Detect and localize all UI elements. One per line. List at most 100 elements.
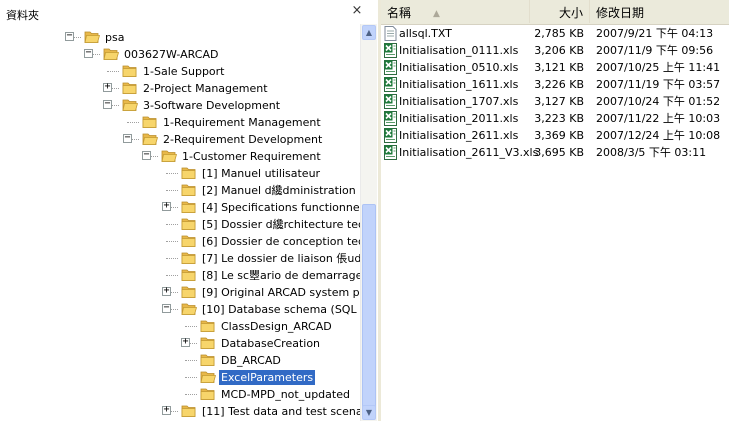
collapse-icon[interactable]: −	[103, 98, 112, 109]
file-modified: 2007/10/24 下午 01:52	[596, 95, 721, 108]
folder-icon	[181, 302, 198, 316]
folder-icon	[181, 285, 197, 299]
tree-item[interactable]: [1] Manuel utilisateur	[0, 165, 360, 182]
tree-item[interactable]: [2] Manuel d纔dministration	[0, 182, 360, 199]
tree-item[interactable]: 1-Requirement Management	[0, 114, 360, 131]
file-row[interactable]: allsql.TXT 2,785 KB 2007/9/21 下午 04:13	[381, 25, 729, 42]
file-name: Initialisation_0111.xls	[399, 44, 519, 57]
collapse-icon[interactable]: −	[142, 149, 151, 160]
file-name: allsql.TXT	[399, 27, 452, 40]
tree-connector	[166, 190, 178, 191]
close-icon[interactable]: ×	[350, 4, 364, 18]
tree-item[interactable]: ClassDesign_ARCAD	[0, 318, 360, 335]
tree-item[interactable]: − [10] Database schema (SQL script	[0, 301, 360, 318]
expander-glyph: −	[163, 302, 170, 313]
tree-item[interactable]: + [11] Test data and test scenario	[0, 403, 360, 420]
column-size-label: 大小	[558, 6, 583, 20]
tree-item[interactable]: − psa	[0, 29, 360, 46]
tree-item[interactable]: MCD-MPD_not_updated	[0, 386, 360, 403]
expander-glyph: +	[104, 81, 111, 92]
tree-item[interactable]: + DatabaseCreation	[0, 335, 360, 352]
tree-item-label: DB_ARCAD	[221, 354, 281, 367]
tree-item-label: MCD-MPD_not_updated	[221, 388, 350, 401]
expander-glyph: −	[143, 149, 150, 160]
file-row[interactable]: Initialisation_2611.xls 3,369 KB 2007/12/2…	[381, 127, 729, 144]
folder-icon	[161, 149, 178, 163]
folder-icon	[200, 370, 217, 384]
file-modified: 2007/11/9 下午 09:56	[596, 44, 714, 57]
file-size: 3,127 KB	[534, 95, 584, 108]
file-row[interactable]: Initialisation_1707.xls 3,127 KB 2007/10/2…	[381, 93, 729, 110]
tree-item[interactable]: [5] Dossier d纔rchitecture techniqu	[0, 216, 360, 233]
tree-item[interactable]: − 1-Customer Requirement	[0, 148, 360, 165]
expander-glyph: −	[85, 47, 92, 58]
tree-item-label: ExcelParameters	[217, 369, 317, 386]
tree-item-label: [5] Dossier d纔rchitecture techniqu	[202, 218, 360, 231]
file-row[interactable]: Initialisation_1611.xls 3,226 KB 2007/11/1…	[381, 76, 729, 93]
tree-connector	[185, 360, 197, 361]
file-row[interactable]: Initialisation_0111.xls 3,206 KB 2007/11/9…	[381, 42, 729, 59]
scrollbar-thumb[interactable]	[362, 204, 376, 416]
folder-icon	[200, 387, 216, 401]
collapse-icon[interactable]: −	[84, 47, 93, 58]
file-size: 3,223 KB	[534, 112, 584, 125]
expand-icon[interactable]: +	[103, 81, 112, 92]
file-modified: 2007/9/21 下午 04:13	[596, 27, 714, 40]
folder-tree: − psa − 003627W-ARCAD 1-Sale Support +2-Proje…	[0, 24, 360, 421]
tree-item[interactable]: +2-Project Management	[0, 80, 360, 97]
tree-item[interactable]: ExcelParameters	[0, 369, 360, 386]
collapse-icon[interactable]: −	[162, 302, 171, 313]
column-header-size[interactable]: 大小	[530, 0, 590, 23]
tree-connector	[185, 326, 197, 327]
tree-item[interactable]: + [4] Specifications functionnelles de	[0, 199, 360, 216]
expand-icon[interactable]: +	[162, 200, 171, 211]
file-row[interactable]: Initialisation_2611_V3.xls 3,695 KB 2008/3…	[381, 144, 729, 161]
tree-connector	[127, 122, 139, 123]
folder-icon	[181, 183, 197, 197]
expand-icon[interactable]: +	[162, 285, 171, 296]
expand-icon[interactable]: +	[162, 404, 171, 415]
expander-glyph: +	[163, 285, 170, 296]
tree-connector	[107, 71, 119, 72]
folder-icon	[200, 319, 216, 333]
tree-vertical-scrollbar[interactable]: ▲ ▼	[360, 24, 377, 421]
tree-item-label: 1-Customer Requirement	[182, 150, 321, 163]
file-row[interactable]: Initialisation_0510.xls 3,121 KB 2007/10/2…	[381, 59, 729, 76]
tree-item-label: 3-Software Development	[143, 99, 281, 112]
tree-item-label: [4] Specifications functionnelles de	[202, 201, 360, 214]
collapse-icon[interactable]: −	[123, 132, 132, 143]
tree-item[interactable]: 1-Sale Support	[0, 63, 360, 80]
tree-item[interactable]: − 3-Software Development	[0, 97, 360, 114]
tree-connector	[166, 275, 178, 276]
expander-glyph: −	[124, 132, 131, 143]
folder-icon	[122, 64, 138, 78]
folder-icon	[200, 353, 216, 367]
tree-item[interactable]: + [9] Original ARCAD system packag	[0, 284, 360, 301]
sort-ascending-icon: ▲	[433, 8, 440, 19]
folder-icon	[181, 200, 197, 214]
expand-icon[interactable]: +	[181, 336, 190, 347]
column-header-modified[interactable]: 修改日期	[590, 0, 729, 23]
expander-glyph: −	[66, 30, 73, 41]
collapse-icon[interactable]: −	[65, 30, 74, 41]
file-size: 3,369 KB	[534, 129, 584, 142]
column-header-name[interactable]: 名稱 ▲	[381, 0, 530, 23]
folder-pane-header: 資料夾 ×	[0, 0, 378, 24]
tree-item[interactable]: [6] Dossier de conception techniqu	[0, 233, 360, 250]
excel-file-icon	[384, 77, 397, 92]
excel-file-icon	[384, 145, 397, 160]
tree-item[interactable]: [7] Le dossier de liaison 倀udes-inc	[0, 250, 360, 267]
column-name-label: 名稱	[387, 6, 412, 20]
scroll-down-button[interactable]: ▼	[362, 405, 376, 420]
folder-icon	[181, 268, 197, 282]
expander-glyph: −	[104, 98, 111, 109]
file-row[interactable]: Initialisation_2011.xls 3,223 KB 2007/11/2…	[381, 110, 729, 127]
tree-item[interactable]: DB_ARCAD	[0, 352, 360, 369]
tree-item[interactable]: − 2-Requirement Development	[0, 131, 360, 148]
tree-item[interactable]: [8] Le sc瞾ario de demarrage	[0, 267, 360, 284]
scroll-up-button[interactable]: ▲	[362, 25, 376, 40]
excel-file-icon	[384, 94, 397, 109]
tree-connector	[185, 377, 197, 378]
file-name: Initialisation_1611.xls	[399, 78, 519, 91]
tree-item[interactable]: − 003627W-ARCAD	[0, 46, 360, 63]
